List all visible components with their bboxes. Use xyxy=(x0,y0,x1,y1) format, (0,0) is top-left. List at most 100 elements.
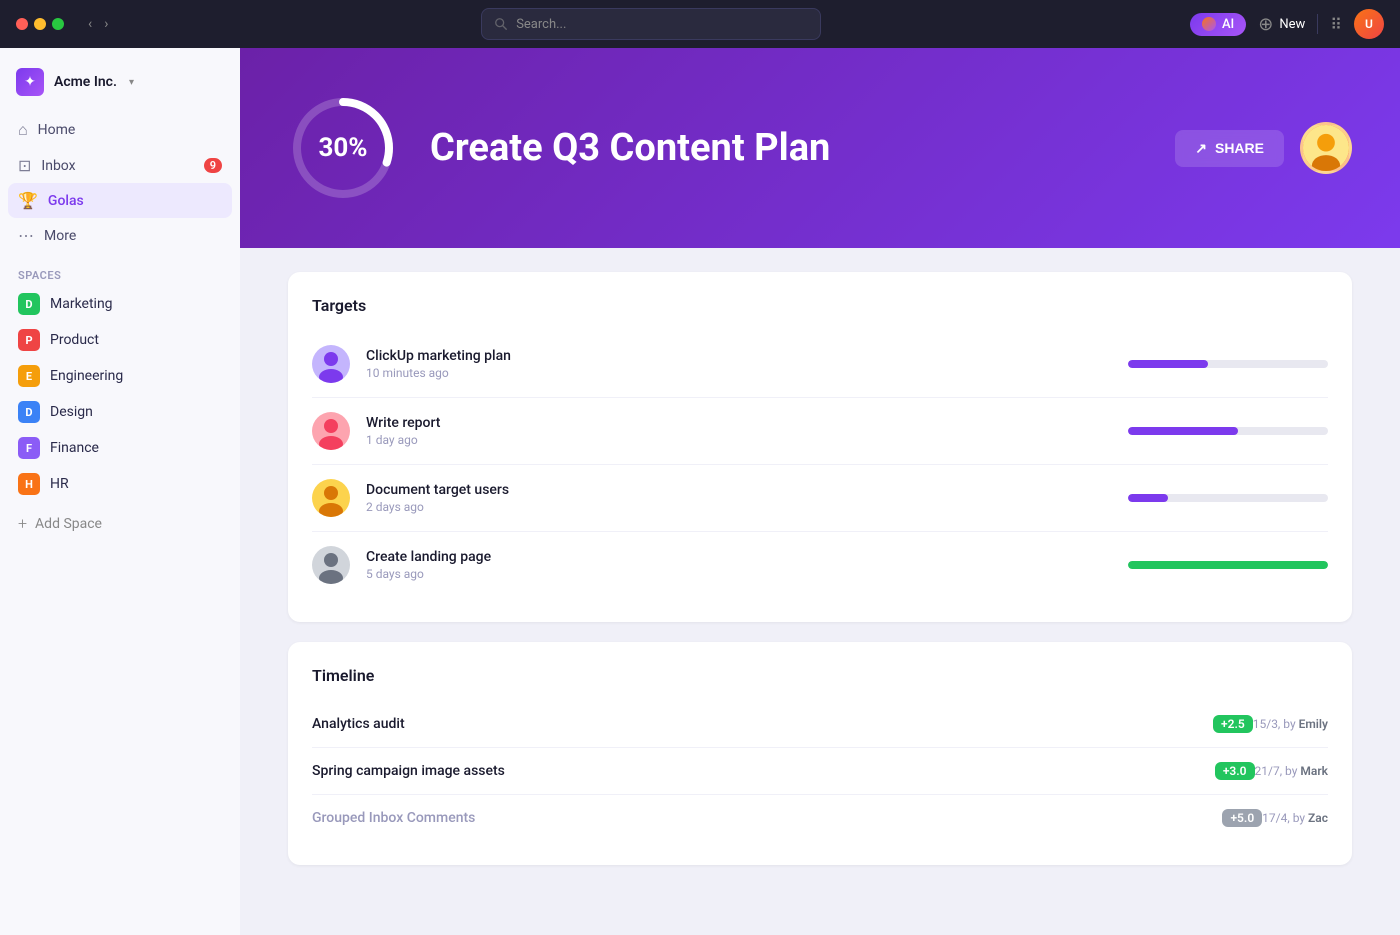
sidebar-item-inbox[interactable]: ⊡ Inbox 9 xyxy=(8,148,232,183)
share-button[interactable]: ↗ SHARE xyxy=(1175,130,1284,167)
minimize-dot[interactable] xyxy=(34,18,46,30)
search-box[interactable]: Search... xyxy=(481,8,821,40)
ai-button[interactable]: AI xyxy=(1190,13,1246,36)
search-icon xyxy=(494,17,508,31)
engineering-label: Engineering xyxy=(50,368,123,384)
target-time-1: 10 minutes ago xyxy=(366,366,1112,380)
sidebar-item-hr[interactable]: H HR xyxy=(8,466,232,502)
finance-label: Finance xyxy=(50,440,99,456)
progress-label: 30% xyxy=(318,133,367,163)
target-progress-fill-2 xyxy=(1128,427,1238,435)
header-actions: ↗ SHARE xyxy=(1175,122,1352,174)
target-info-3: Document target users 2 days ago xyxy=(366,482,1112,514)
workspace-header[interactable]: ✦ Acme Inc. ▾ xyxy=(0,60,240,108)
new-button[interactable]: ⊕ New xyxy=(1258,14,1305,35)
timeline-name-2: Spring campaign image assets xyxy=(312,763,1205,779)
forward-arrow[interactable]: › xyxy=(100,14,112,34)
timeline-title: Timeline xyxy=(312,666,1328,685)
sidebar-nav: ⌂ Home ⊡ Inbox 9 🏆 Golas ⋯ More xyxy=(0,108,240,257)
user-avatar-header[interactable] xyxy=(1300,122,1352,174)
target-progress-fill-3 xyxy=(1128,494,1168,502)
target-progress-fill-1 xyxy=(1128,360,1208,368)
engineering-badge: E xyxy=(18,365,40,387)
target-name-3: Document target users xyxy=(366,482,1112,498)
avatar-illustration xyxy=(1303,122,1349,174)
sidebar-item-home-label: Home xyxy=(38,122,76,138)
target-avatar-3 xyxy=(312,479,350,517)
marketing-badge: D xyxy=(18,293,40,315)
product-label: Product xyxy=(50,332,99,348)
timeline-item[interactable]: Spring campaign image assets +3.0 21/7, … xyxy=(312,748,1328,795)
main-layout: ✦ Acme Inc. ▾ ⌂ Home ⊡ Inbox 9 🏆 Golas ⋯… xyxy=(0,48,1400,935)
timeline-tag-3: +5.0 xyxy=(1222,809,1262,827)
back-arrow[interactable]: ‹ xyxy=(84,14,96,34)
target-progress-1 xyxy=(1128,360,1328,368)
topbar-right: ⊕ New ⠿ U xyxy=(1258,9,1384,39)
ai-label: AI xyxy=(1222,17,1234,32)
sidebar-item-engineering[interactable]: E Engineering xyxy=(8,358,232,394)
sidebar-item-product[interactable]: P Product xyxy=(8,322,232,358)
add-space-button[interactable]: + Add Space xyxy=(0,506,240,541)
timeline-meta-2: 21/7, by Mark xyxy=(1255,764,1328,778)
sidebar-item-home[interactable]: ⌂ Home xyxy=(8,112,232,148)
timeline-name-1: Analytics audit xyxy=(312,716,1203,732)
target-progress-2 xyxy=(1128,427,1328,435)
sidebar-item-marketing[interactable]: D Marketing xyxy=(8,286,232,322)
goal-title: Create Q3 Content Plan xyxy=(430,126,1143,170)
targets-card: Targets ClickUp marketing plan 10 minute… xyxy=(288,272,1352,622)
timeline-card: Timeline Analytics audit +2.5 15/3, by E… xyxy=(288,642,1352,865)
search-area: Search... xyxy=(124,8,1178,40)
share-icon: ↗ xyxy=(1195,140,1207,157)
target-progress-3 xyxy=(1128,494,1328,502)
sidebar-item-design[interactable]: D Design xyxy=(8,394,232,430)
grid-icon[interactable]: ⠿ xyxy=(1330,15,1342,34)
target-time-3: 2 days ago xyxy=(366,500,1112,514)
inbox-icon: ⊡ xyxy=(18,156,31,175)
targets-title: Targets xyxy=(312,296,1328,315)
sidebar-item-goals[interactable]: 🏆 Golas xyxy=(8,183,232,218)
target-item[interactable]: ClickUp marketing plan 10 minutes ago xyxy=(312,331,1328,398)
hr-badge: H xyxy=(18,473,40,495)
target-time-2: 1 day ago xyxy=(366,433,1112,447)
topbar: ‹ › Search... AI ⊕ New ⠿ U xyxy=(0,0,1400,48)
topbar-divider xyxy=(1317,14,1318,34)
timeline-date-3: 17/4, by xyxy=(1262,811,1305,825)
target-item[interactable]: Document target users 2 days ago xyxy=(312,465,1328,532)
target-time-4: 5 days ago xyxy=(366,567,1112,581)
target-info-2: Write report 1 day ago xyxy=(366,415,1112,447)
user-avatar-top[interactable]: U xyxy=(1354,9,1384,39)
hr-label: HR xyxy=(50,476,69,492)
timeline-item[interactable]: Analytics audit +2.5 15/3, by Emily xyxy=(312,701,1328,748)
spaces-list: D Marketing P Product E Engineering D De… xyxy=(0,286,240,502)
target-avatar-4 xyxy=(312,546,350,584)
timeline-meta-1: 15/3, by Emily xyxy=(1253,717,1328,731)
target-item[interactable]: Write report 1 day ago xyxy=(312,398,1328,465)
target-name-2: Write report xyxy=(366,415,1112,431)
traffic-lights xyxy=(16,18,64,30)
close-dot[interactable] xyxy=(16,18,28,30)
timeline-item[interactable]: Grouped Inbox Comments +5.0 17/4, by Zac xyxy=(312,795,1328,841)
sidebar-item-finance[interactable]: F Finance xyxy=(8,430,232,466)
cards-container: Targets ClickUp marketing plan 10 minute… xyxy=(240,248,1400,889)
ai-icon xyxy=(1202,17,1216,31)
sidebar-item-more[interactable]: ⋯ More xyxy=(8,218,232,253)
maximize-dot[interactable] xyxy=(52,18,64,30)
home-icon: ⌂ xyxy=(18,120,28,140)
target-info-1: ClickUp marketing plan 10 minutes ago xyxy=(366,348,1112,380)
timeline-tag-1: +2.5 xyxy=(1213,715,1253,733)
timeline-meta-3: 17/4, by Zac xyxy=(1262,811,1328,825)
timeline-person-2: Mark xyxy=(1300,764,1328,778)
target-name-4: Create landing page xyxy=(366,549,1112,565)
share-label: SHARE xyxy=(1215,140,1264,156)
product-badge: P xyxy=(18,329,40,351)
sidebar: ✦ Acme Inc. ▾ ⌂ Home ⊡ Inbox 9 🏆 Golas ⋯… xyxy=(0,48,240,935)
target-item[interactable]: Create landing page 5 days ago xyxy=(312,532,1328,598)
design-label: Design xyxy=(50,404,93,420)
target-info-4: Create landing page 5 days ago xyxy=(366,549,1112,581)
workspace-icon: ✦ xyxy=(16,68,44,96)
timeline-person-1: Emily xyxy=(1299,717,1328,731)
new-label: New xyxy=(1279,17,1305,32)
target-progress-4 xyxy=(1128,561,1328,569)
marketing-label: Marketing xyxy=(50,296,113,312)
sidebar-item-inbox-label: Inbox xyxy=(41,158,75,174)
